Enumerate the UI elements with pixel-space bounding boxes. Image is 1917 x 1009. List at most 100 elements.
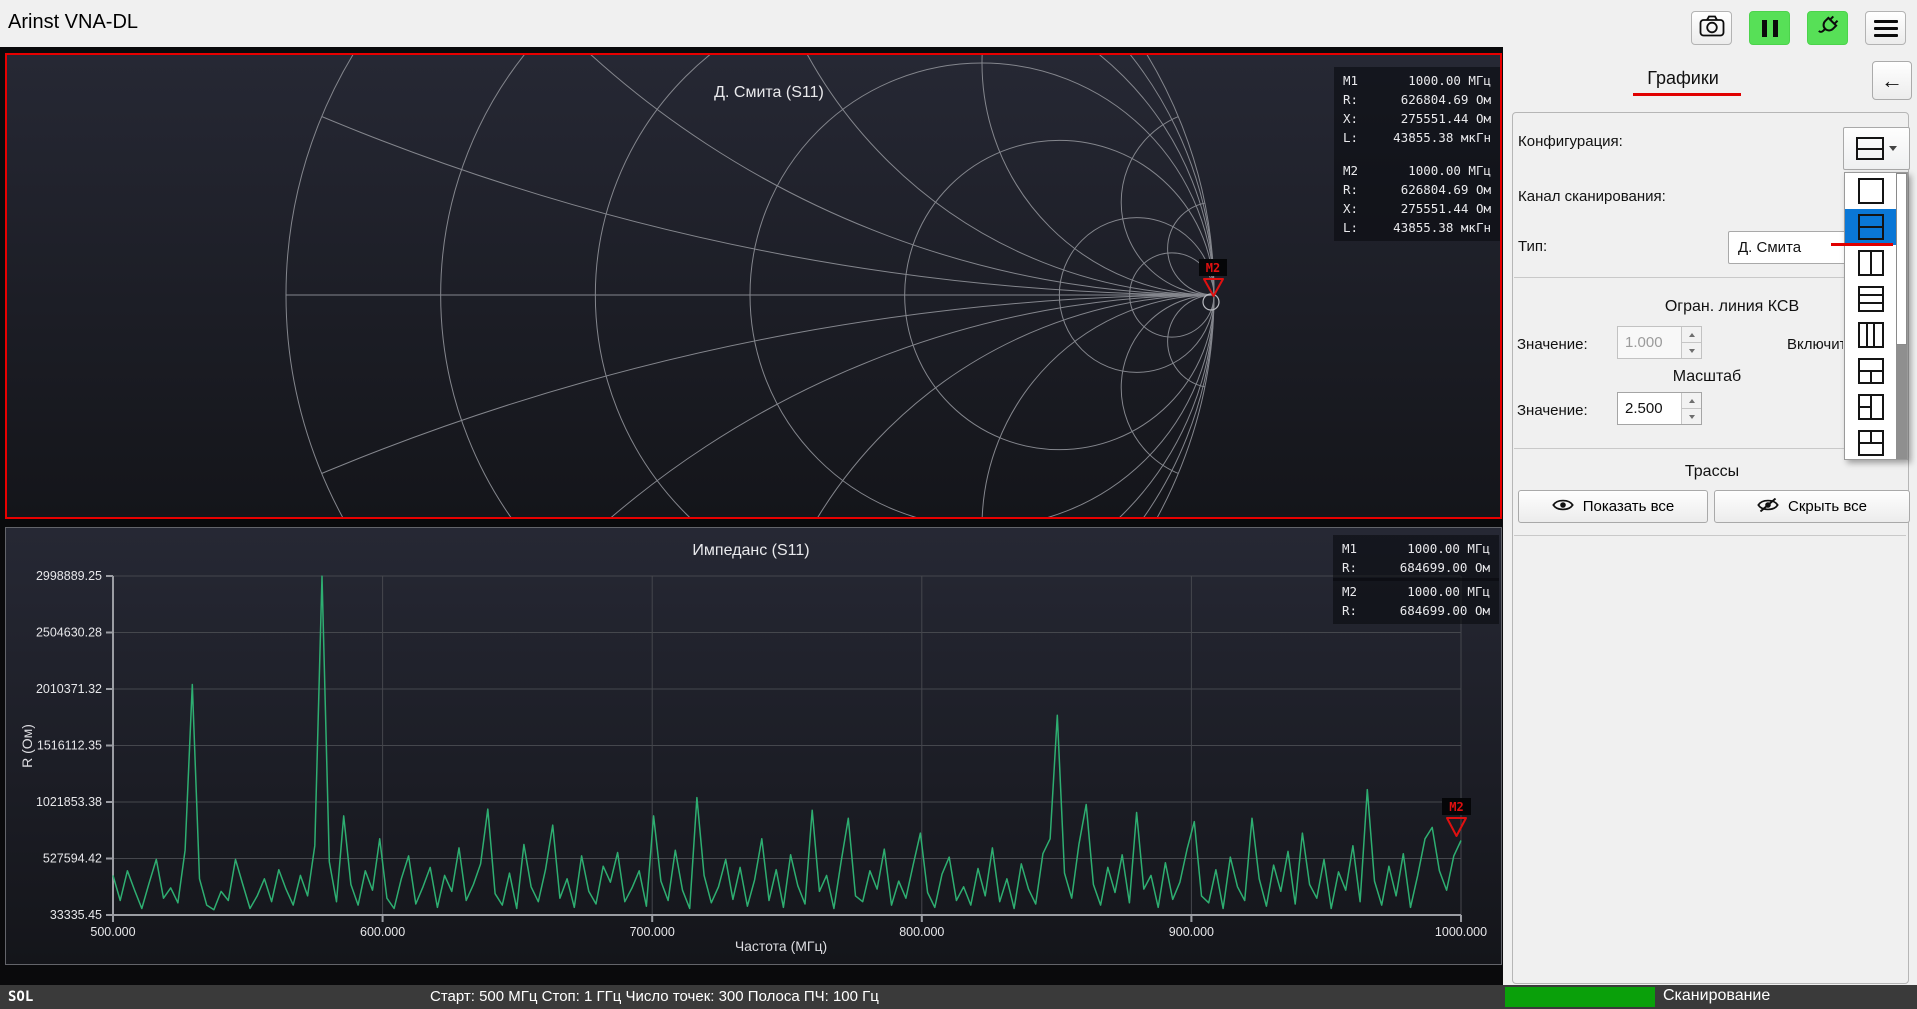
pause-icon — [1761, 19, 1778, 37]
traces-heading: Трассы — [1684, 463, 1740, 480]
marker-info-row: M1 1000.00 МГц — [1342, 541, 1490, 556]
scale-heading: Масштаб — [1672, 368, 1742, 385]
impedance-chart-panel[interactable]: 33335.45 527594.42 1021853.38 1516112.35 201… — [5, 527, 1502, 965]
layout-1-top-2-bottom-icon — [1857, 358, 1884, 384]
svg-text:M2: M2 — [1206, 261, 1220, 275]
marker-info-row: M2 1000.00 МГц — [1342, 584, 1490, 599]
svg-text:800.000: 800.000 — [899, 925, 944, 939]
type-label: Тип: — [1518, 238, 1548, 255]
layout-single-icon — [1857, 178, 1884, 204]
config-option-layout-2-cols[interactable] — [1845, 245, 1896, 281]
svg-text:2010371.32: 2010371.32 — [36, 682, 102, 696]
pause-button[interactable] — [1749, 11, 1790, 45]
screenshot-button[interactable] — [1691, 11, 1732, 45]
vswr-enable-checkbox-label[interactable]: Включить — [1787, 336, 1843, 353]
spin-down-icon[interactable] — [1682, 408, 1701, 424]
config-option-layout-1-top-2-bottom[interactable] — [1845, 353, 1896, 389]
impedance-marker-info-m1: M1 1000.00 МГц R: 684699.00 Ом — [1333, 535, 1499, 581]
svg-text:1000.000: 1000.000 — [1435, 925, 1487, 939]
svg-text:1516112.35: 1516112.35 — [37, 739, 102, 753]
status-bar: SOL Старт: 500 МГц Стоп: 1 ГГц Число точ… — [0, 985, 1917, 1009]
layout-2-rows-icon — [1856, 137, 1884, 160]
configuration-combobox[interactable] — [1843, 127, 1910, 170]
config-option-layout-3-rows[interactable] — [1845, 281, 1896, 317]
spin-up-icon[interactable] — [1682, 393, 1701, 408]
layout-2-rows-icon — [1857, 214, 1884, 240]
show-all-button[interactable]: Показать все — [1518, 490, 1708, 523]
svg-text:600.000: 600.000 — [360, 925, 405, 939]
charts-area: Д. Смита (S11) M2 M1 1000.00 МГц R: 626804.6… — [0, 47, 1503, 985]
marker-info-row: R: 684699.00 Ом — [1342, 603, 1490, 618]
layout-2-top-1-bottom-icon — [1857, 430, 1884, 456]
svg-text:Д. Смита (S11): Д. Смита (S11) — [714, 84, 824, 101]
svg-text:Импеданс (S11): Импеданс (S11) — [692, 542, 809, 559]
marker-info-row: M1 1000.00 МГц — [1343, 73, 1491, 88]
scan-settings-status: Старт: 500 МГц Стоп: 1 ГГц Число точек: … — [430, 988, 879, 1005]
menu-button[interactable] — [1865, 11, 1906, 45]
smith-chart-panel[interactable]: Д. Смита (S11) M2 M1 1000.00 МГц R: 626804.6… — [5, 53, 1502, 519]
back-button[interactable]: ← — [1872, 61, 1912, 100]
sidebar-title: Графики — [1647, 68, 1719, 88]
vswr-value-input[interactable] — [1618, 327, 1681, 358]
hamburger-icon — [1873, 19, 1898, 37]
configuration-label: Конфигурация: — [1518, 133, 1623, 150]
svg-text:900.000: 900.000 — [1169, 925, 1214, 939]
layout-2-cols-icon — [1857, 250, 1884, 276]
connection-button[interactable] — [1807, 11, 1848, 45]
svg-text:2504630.28: 2504630.28 — [36, 626, 102, 640]
layout-2-rows-icon — [1856, 137, 1884, 160]
hide-all-button[interactable]: Скрыть все — [1714, 490, 1910, 523]
top-bar: Arinst VNA-DL — [0, 0, 1917, 47]
marker-info-row: M2 1000.00 МГц — [1343, 163, 1491, 178]
back-arrow-icon: ← — [1881, 67, 1903, 93]
scale-spin-buttons[interactable] — [1681, 393, 1701, 424]
config-option-layout-2-top-1-bottom[interactable] — [1845, 425, 1896, 461]
vswr-value-spinbox[interactable] — [1617, 326, 1702, 359]
show-all-label: Показать все — [1582, 498, 1675, 515]
plug-icon — [1815, 13, 1841, 44]
scale-value-spinbox[interactable] — [1617, 392, 1702, 425]
spin-down-icon[interactable] — [1682, 342, 1701, 358]
config-option-layout-3-cols[interactable] — [1845, 317, 1896, 353]
scan-channel-label: Канал сканирования: — [1518, 188, 1666, 205]
eye-slash-icon — [1757, 497, 1779, 516]
dropdown-scrollbar[interactable] — [1896, 173, 1907, 459]
config-option-layout-2-left-1-right[interactable] — [1845, 389, 1896, 425]
vswr-value-label: Значение: — [1517, 336, 1588, 353]
config-option-layout-2-rows[interactable] — [1845, 209, 1896, 245]
chevron-down-icon — [1889, 146, 1897, 151]
svg-text:500.000: 500.000 — [90, 925, 135, 939]
title-underline — [1633, 93, 1741, 96]
impedance-marker-info-m2: M2 1000.00 МГц R: 684699.00 Ом — [1333, 578, 1499, 624]
vswr-spin-buttons[interactable] — [1681, 327, 1701, 358]
svg-text:R (Ом): R (Ом) — [19, 724, 35, 768]
scale-value-label: Значение: — [1517, 402, 1588, 419]
scan-progress-bar — [1505, 987, 1655, 1007]
svg-text:700.000: 700.000 — [630, 925, 675, 939]
divider — [1514, 535, 1906, 536]
layout-3-rows-icon — [1857, 286, 1884, 312]
smith-marker-info: M1 1000.00 МГц R: 626804.69 Ом X: 275551.44 О… — [1334, 67, 1500, 241]
marker-info-row: L: 43855.38 мкГн — [1343, 130, 1491, 145]
marker-info-row: R: 626804.69 Ом — [1343, 182, 1491, 197]
scrollbar-thumb[interactable] — [1896, 173, 1907, 345]
calibration-mode-badge: SOL — [8, 989, 34, 1005]
config-option-layout-single[interactable] — [1845, 173, 1896, 209]
type-combobox[interactable]: Д. Смита — [1728, 231, 1846, 264]
svg-text:M2: M2 — [1449, 800, 1463, 814]
sidebar-graphs: Графики ← Конфигурация: Канал сканирован… — [1503, 47, 1917, 985]
marker-info-row: X: 275551.44 Ом — [1343, 111, 1491, 126]
impedance-chart[interactable]: 33335.45 527594.42 1021853.38 1516112.35 201… — [6, 528, 1501, 964]
marker-info-row: R: 626804.69 Ом — [1343, 92, 1491, 107]
layout-2-left-1-right-icon — [1857, 394, 1884, 420]
scale-value-input[interactable] — [1618, 393, 1681, 424]
configuration-dropdown[interactable] — [1844, 172, 1908, 460]
camera-icon — [1699, 15, 1725, 42]
smith-chart[interactable]: Д. Смита (S11) M2 — [7, 55, 1500, 517]
hide-all-label: Скрыть все — [1787, 498, 1867, 515]
marker-info-row: R: 684699.00 Ом — [1342, 560, 1490, 575]
spin-up-icon[interactable] — [1682, 327, 1701, 342]
topbar-buttons — [1691, 11, 1906, 45]
app-title: Arinst VNA-DL — [8, 11, 139, 33]
svg-text:Частота (МГц): Частота (МГц) — [735, 938, 827, 954]
